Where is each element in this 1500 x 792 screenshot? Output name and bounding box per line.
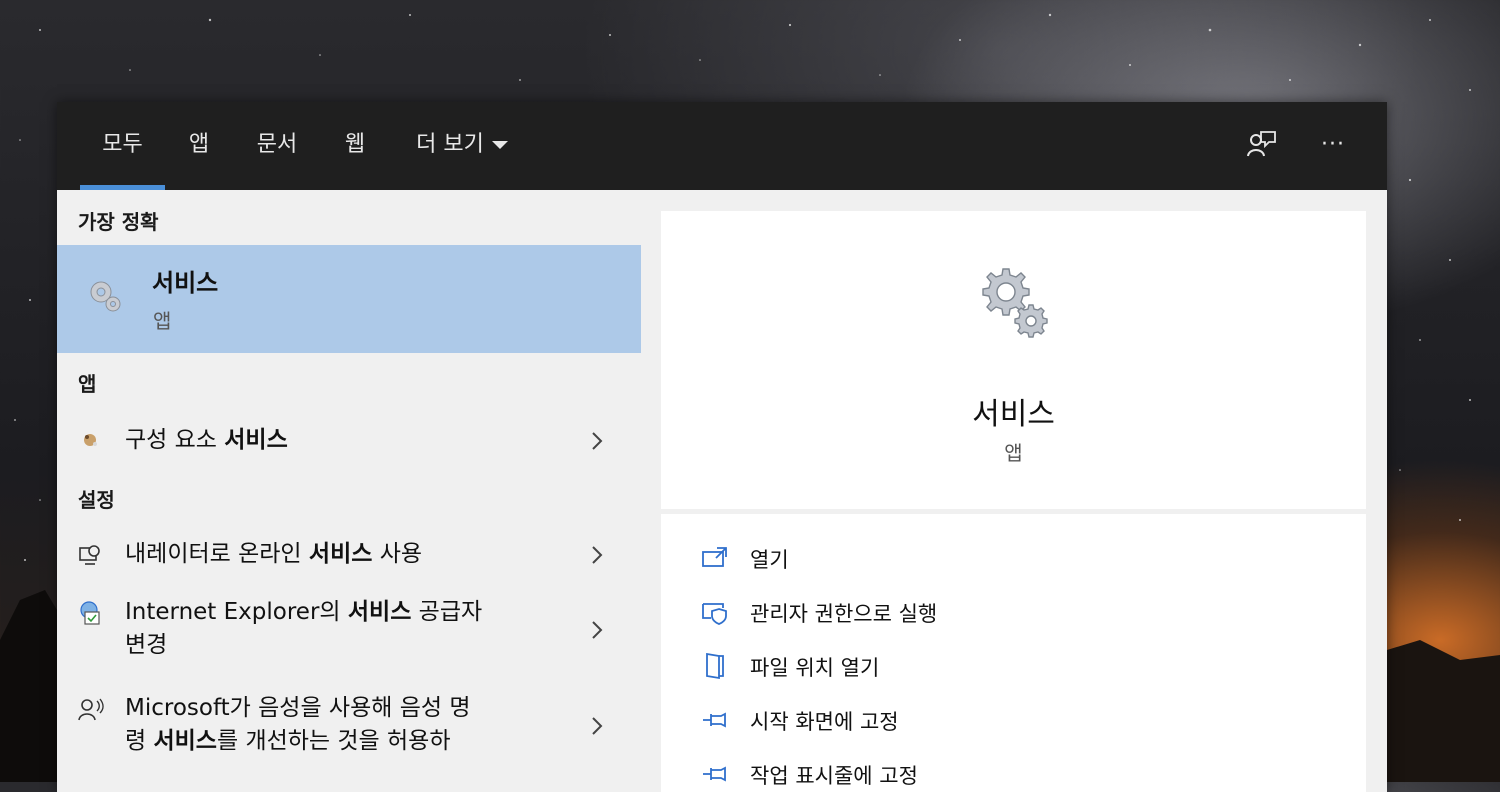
- app-result-component-services[interactable]: 구성 요소 서비스: [57, 416, 641, 466]
- preview-actions: 열기 관리자 권한으로 실행 파일 위치 열기 시작 화면에 고정 작업 표시줄…: [661, 514, 1366, 792]
- section-apps: 앱: [78, 372, 97, 396]
- chevron-right-icon: [592, 621, 603, 639]
- feedback-icon[interactable]: [1243, 128, 1279, 164]
- tab-documents[interactable]: 문서: [247, 102, 307, 190]
- chevron-right-icon: [592, 546, 603, 564]
- pin-taskbar-icon: [703, 766, 726, 782]
- component-services-icon: [84, 434, 97, 446]
- pin-to-start-action[interactable]: 시작 화면에 고정: [701, 700, 1301, 740]
- open-icon: [702, 547, 727, 567]
- setting-result-narrator[interactable]: 내레이터로 온라인 서비스 사용: [57, 530, 641, 580]
- tab-web[interactable]: 웹: [335, 102, 375, 190]
- run-as-admin-action[interactable]: 관리자 권한으로 실행: [701, 592, 1301, 632]
- preview-title: 서비스: [972, 397, 1055, 432]
- open-action[interactable]: 열기: [701, 538, 1301, 578]
- gears-icon: [982, 268, 1048, 338]
- results-pane: 가장 정확 서비스 앱 앱 구성 요소 서비스 설정 내레이터로 온라인 서비스…: [57, 190, 641, 792]
- best-match-result[interactable]: 서비스 앱: [57, 245, 641, 353]
- setting-result-ie-search-provider[interactable]: Internet Explorer의 서비스 공급자 변경: [57, 590, 641, 670]
- best-match-subtitle: 앱: [153, 309, 172, 333]
- open-file-location-action[interactable]: 파일 위치 열기: [701, 646, 1301, 686]
- preview-subtitle: 앱: [1004, 441, 1023, 465]
- file-location-icon: [706, 652, 724, 680]
- setting-result-speech-services[interactable]: Microsoft가 음성을 사용해 음성 명 령 서비스를 개선하는 것을 허…: [57, 686, 641, 766]
- pin-start-icon: [703, 712, 726, 728]
- run-as-admin-icon: [702, 603, 727, 625]
- section-settings: 설정: [78, 488, 115, 512]
- narrator-icon: [79, 545, 100, 565]
- search-tabs-bar: 모두 앱 문서 웹 더 보기 ···: [57, 102, 1387, 190]
- tab-all[interactable]: 모두: [80, 102, 165, 190]
- internet-options-icon: [80, 601, 100, 625]
- speech-icon: [78, 698, 104, 721]
- tab-apps[interactable]: 앱: [179, 102, 219, 190]
- section-best-match: 가장 정확: [78, 210, 159, 234]
- more-options-icon[interactable]: ···: [1315, 128, 1351, 164]
- chevron-down-icon: [491, 141, 508, 149]
- pin-to-taskbar-action[interactable]: 작업 표시줄에 고정: [701, 754, 1301, 792]
- preview-header: 서비스 앱: [661, 211, 1366, 509]
- chevron-right-icon: [592, 717, 603, 735]
- chevron-right-icon: [592, 432, 603, 450]
- tab-more[interactable]: 더 보기: [402, 102, 522, 190]
- search-panel: 모두 앱 문서 웹 더 보기 ··· 가장 정확 서비스 앱 앱 구성 요소 서…: [57, 102, 1387, 792]
- gears-icon: [90, 281, 121, 312]
- best-match-title: 서비스: [152, 269, 219, 297]
